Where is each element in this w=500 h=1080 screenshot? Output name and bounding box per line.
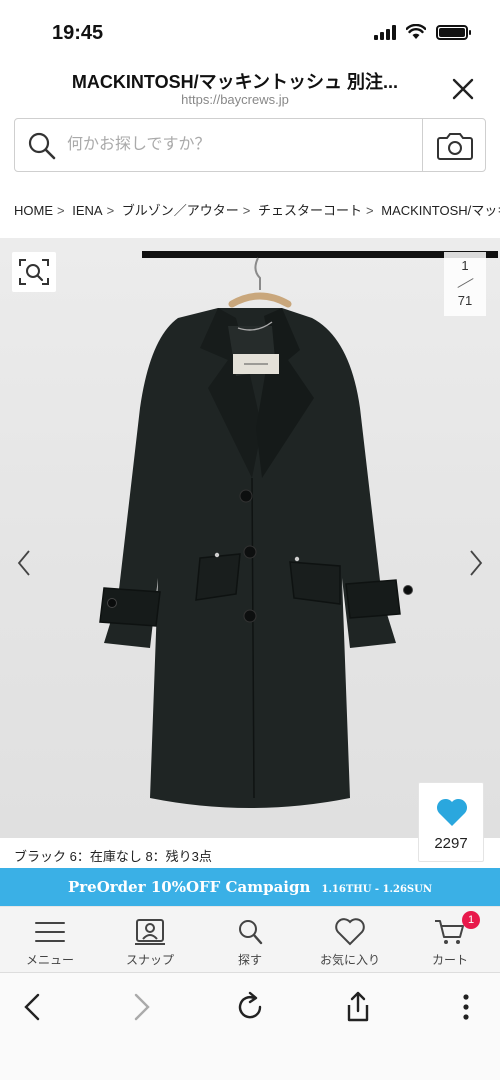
back-icon[interactable] [16, 989, 52, 1025]
nav-favorites[interactable]: お気に入り [300, 907, 400, 972]
status-icons [374, 24, 471, 40]
product-image-gallery[interactable]: 1 71 [0, 238, 500, 838]
nav-snap[interactable]: スナップ [100, 907, 200, 972]
like-button[interactable]: 2297 [418, 782, 484, 862]
heart-icon [436, 798, 468, 826]
breadcrumb-brand[interactable]: IENA [72, 203, 102, 218]
next-image-icon[interactable] [466, 548, 486, 578]
image-counter: 1 71 [444, 252, 486, 316]
browser-header: MACKINTOSH/マッキントッシュ 別注... https://baycre… [0, 62, 500, 118]
hamburger-icon [35, 922, 65, 942]
heart-icon [335, 918, 365, 946]
breadcrumb-separator: > [57, 203, 65, 218]
breadcrumb-category[interactable]: ブルゾン／アウター [122, 203, 239, 218]
browser-toolbar [0, 972, 500, 1080]
campaign-dates: 1.16THU - 1.26SUN [321, 884, 433, 895]
counter-slash [458, 275, 472, 291]
nav-search-label: 探す [237, 953, 262, 967]
nav-snap-label: スナップ [125, 953, 174, 967]
close-icon[interactable] [450, 76, 476, 102]
search-icon[interactable] [27, 131, 57, 161]
search-bar [14, 118, 486, 172]
breadcrumb-separator: > [242, 203, 251, 218]
camera-icon[interactable] [435, 129, 475, 163]
campaign-title: PreOrder 10%OFF Campaign [67, 878, 311, 896]
share-icon[interactable] [340, 989, 376, 1025]
color-stock-info: ブラック 6：在庫なし 8：残り3点 [14, 849, 212, 864]
more-icon[interactable] [448, 989, 484, 1025]
nav-search[interactable]: 探す [200, 907, 300, 972]
nav-menu[interactable]: メニュー [0, 907, 100, 972]
breadcrumb-separator: > [106, 203, 115, 218]
search-divider [422, 119, 423, 171]
nav-cart[interactable]: 1 カート [400, 907, 500, 972]
breadcrumb-separator: > [366, 203, 374, 218]
battery-icon [436, 24, 471, 40]
page-url: https://baycrews.jp [181, 92, 289, 107]
breadcrumb: HOME > IENA > ブルゾン／アウター > チェスターコート > MACKINT… [14, 200, 500, 219]
page-title: MACKINTOSH/マッキントッシュ 別注... [71, 72, 399, 92]
breadcrumb-subcategory[interactable]: チェスターコート [258, 203, 362, 218]
campaign-banner[interactable]: PreOrder 10%OFF Campaign 1.16THU - 1.26S… [0, 868, 500, 906]
signal-icon [374, 24, 396, 40]
nav-favorites-label: お気に入り [319, 953, 380, 967]
nav-cart-label: カート [431, 953, 468, 967]
reload-icon[interactable] [232, 989, 268, 1025]
app-bottom-nav: メニュー スナップ 探す お気に入り 1 カート [0, 906, 500, 972]
coat-image [99, 251, 498, 808]
snap-icon [135, 919, 165, 945]
like-count: 2297 [434, 835, 468, 852]
status-time: 19:45 [52, 22, 104, 44]
wifi-icon [406, 24, 426, 39]
image-counter-current: 1 [461, 258, 469, 273]
nav-menu-label: メニュー [25, 953, 74, 967]
prev-image-icon[interactable] [14, 548, 34, 578]
image-counter-total: 71 [457, 293, 473, 308]
cart-badge: 1 [462, 911, 480, 929]
search-input[interactable] [67, 119, 417, 171]
forward-icon[interactable] [122, 989, 158, 1025]
zoom-icon[interactable] [12, 252, 56, 292]
breadcrumb-home[interactable]: HOME [14, 203, 53, 218]
search-icon [239, 920, 263, 945]
status-bar: 19:45 [0, 0, 500, 62]
breadcrumb-product[interactable]: MACKINTOSH/マッキ [381, 203, 500, 218]
